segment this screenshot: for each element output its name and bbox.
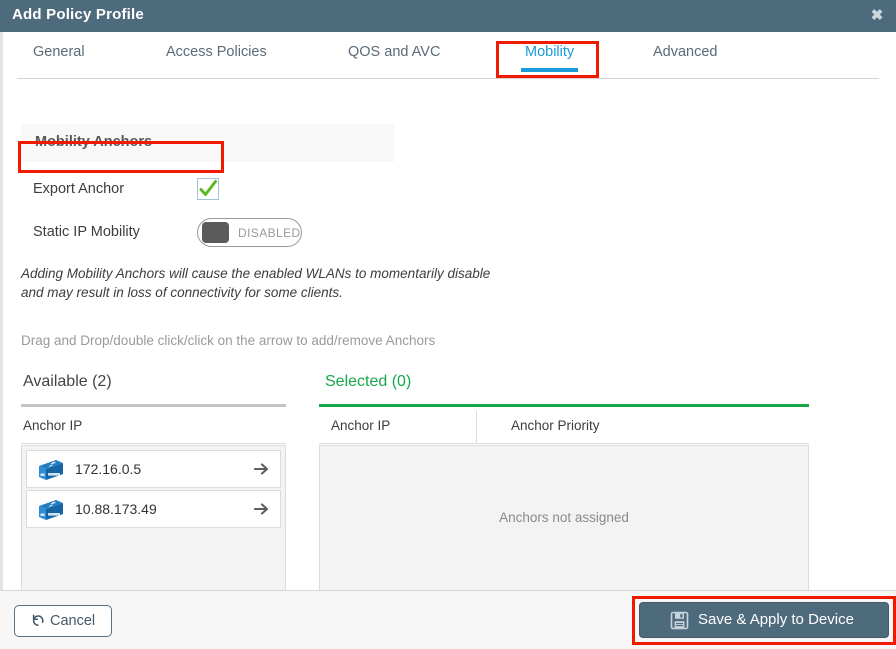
available-anchors-list[interactable]: 172.16.0.5 10.88.173.49: [21, 445, 286, 593]
static-ip-mobility-label: Static IP Mobility: [33, 224, 140, 240]
section-title: Mobility Anchors: [35, 134, 153, 150]
toggle-state-label: DISABLED: [238, 226, 301, 240]
selected-column-anchor-priority: Anchor Priority: [511, 418, 600, 433]
mobility-anchor-warning-text: Adding Mobility Anchors will cause the e…: [21, 266, 491, 300]
selected-column-divider: [476, 411, 477, 443]
selected-anchors-list[interactable]: Anchors not assigned: [319, 445, 809, 593]
cancel-button[interactable]: Cancel: [14, 605, 113, 637]
selected-header-divider: [319, 443, 809, 444]
tab-general[interactable]: General: [33, 44, 85, 70]
undo-icon: [32, 614, 44, 626]
selected-panel-rule: [319, 404, 809, 407]
dialog-titlebar: Add Policy Profile ✖: [0, 0, 896, 32]
selected-column-anchor-ip: Anchor IP: [331, 418, 391, 433]
mobility-anchors-section-header: Mobility Anchors: [21, 124, 394, 162]
close-icon[interactable]: ✖: [866, 5, 888, 27]
available-panel-rule: [21, 404, 286, 407]
tab-access-policies[interactable]: Access Policies: [166, 44, 267, 70]
available-column-anchor-ip: Anchor IP: [23, 418, 83, 433]
arrow-right-icon[interactable]: [253, 500, 271, 518]
add-policy-profile-dialog: Add Policy Profile ✖ General Access Poli…: [0, 0, 896, 649]
list-item[interactable]: 10.88.173.49: [26, 490, 281, 528]
cancel-button-label: Cancel: [50, 613, 96, 629]
save-disk-icon: [670, 611, 689, 634]
selected-panel-title: Selected (0): [325, 373, 412, 390]
save-and-apply-button[interactable]: Save & Apply to Device: [639, 602, 889, 638]
arrow-right-icon[interactable]: [253, 460, 271, 478]
drag-drop-hint-text: Drag and Drop/double click/click on the …: [21, 333, 436, 348]
export-anchor-label: Export Anchor: [33, 181, 125, 197]
tab-bar: General Access Policies QOS and AVC Mobi…: [17, 40, 879, 79]
network-device-icon: [34, 457, 64, 488]
toggle-knob: [202, 222, 229, 243]
dialog-title: Add Policy Profile: [12, 6, 144, 23]
tab-advanced[interactable]: Advanced: [653, 44, 718, 70]
anchor-ip-value: 172.16.0.5: [75, 461, 142, 477]
tab-qos-and-avc[interactable]: QOS and AVC: [348, 44, 440, 70]
list-item[interactable]: 172.16.0.5: [26, 450, 281, 488]
network-device-icon: [34, 497, 64, 528]
anchor-ip-value: 10.88.173.49: [75, 501, 157, 517]
tab-mobility[interactable]: Mobility: [520, 44, 579, 72]
save-and-apply-label: Save & Apply to Device: [698, 611, 854, 628]
available-panel-title: Available (2): [23, 373, 112, 390]
export-anchor-checkbox[interactable]: [197, 178, 219, 200]
selected-empty-message: Anchors not assigned: [499, 510, 629, 525]
dialog-body: General Access Policies QOS and AVC Mobi…: [0, 32, 896, 593]
static-ip-mobility-toggle[interactable]: DISABLED: [197, 218, 302, 247]
available-header-divider: [21, 443, 286, 444]
checkmark-icon: [199, 180, 217, 196]
